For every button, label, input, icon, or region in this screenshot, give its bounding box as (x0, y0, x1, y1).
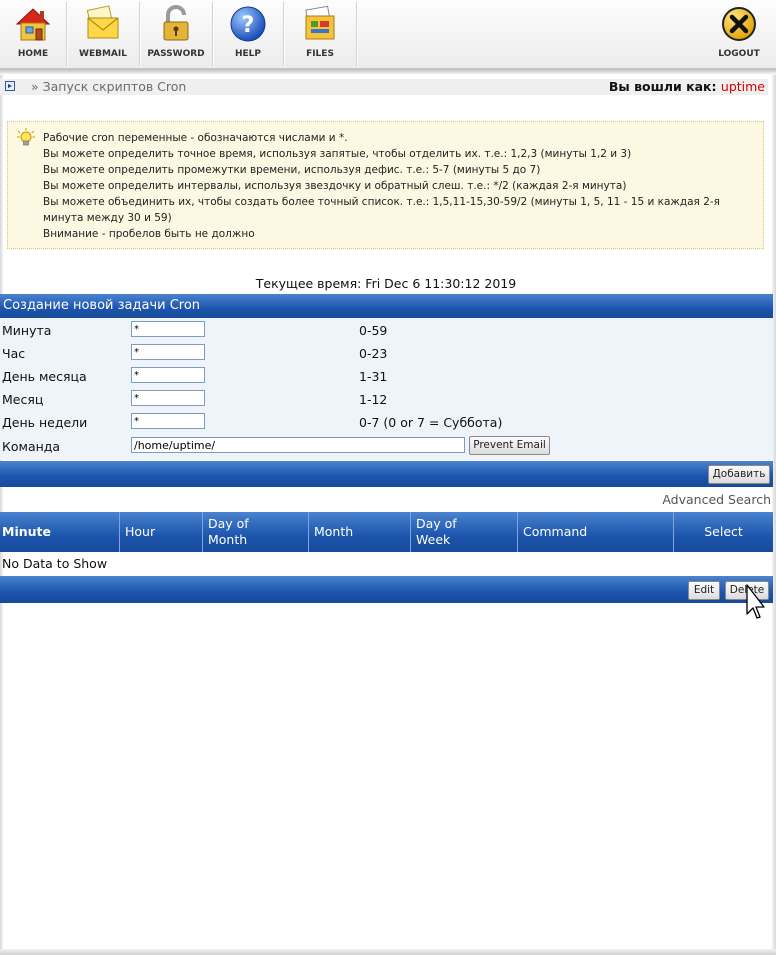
toolbar-shadow (0, 69, 776, 75)
webmail-button[interactable]: WEBMAIL (67, 0, 139, 68)
day-of-month-label: День месяца (2, 369, 87, 384)
day-of-week-row: День недели 0-7 (0 or 7 = Суббота) (0, 411, 773, 434)
expand-icon[interactable] (5, 81, 15, 91)
hour-range: 0-23 (359, 346, 388, 361)
files-icon (300, 4, 340, 44)
hour-label: Час (2, 346, 26, 361)
day-of-week-range: 0-7 (0 or 7 = Суббота) (359, 415, 503, 430)
minute-row: Минута 0-59 (0, 319, 773, 342)
table-footer-bar: Edit Delete (0, 576, 773, 603)
toolbar-separator (356, 2, 357, 66)
day-of-week-label: День недели (2, 415, 88, 430)
home-button[interactable]: HOME (0, 0, 66, 68)
edit-button[interactable]: Edit (688, 581, 720, 600)
day-of-month-input[interactable] (131, 367, 205, 383)
prevent-email-button[interactable]: Prevent Email (469, 436, 550, 455)
help-button[interactable]: ? HELP (213, 0, 283, 68)
info-line: Вы можете определить точное время, испол… (43, 148, 632, 160)
info-text: Рабочие cron переменные - обозначаются ч… (43, 130, 758, 242)
lightbulb-icon (17, 128, 35, 148)
help-label: HELP (234, 49, 261, 59)
logged-in-as: Вы вошли как: uptime (609, 79, 765, 95)
info-line: Рабочие cron переменные - обозначаются ч… (43, 132, 348, 144)
logged-in-label: Вы вошли как: (608, 79, 717, 94)
cron-form: Минута 0-59 Час 0-23 День месяца 1-31 Ме… (0, 318, 773, 460)
lock-icon (156, 4, 196, 44)
current-time: Текущее время: Fri Dec 6 11:30:12 2019 (255, 276, 517, 291)
column-day-of-week[interactable]: Day of Week (411, 512, 518, 552)
info-line: Вы можете определить промежутки времени,… (43, 164, 541, 176)
info-line: Внимание - пробелов быть не должно (43, 228, 255, 240)
svg-text:?: ? (242, 13, 255, 38)
minute-input[interactable] (131, 321, 205, 337)
day-of-month-range: 1-31 (359, 369, 388, 384)
files-button[interactable]: FILES (284, 0, 356, 68)
password-button[interactable]: PASSWORD (140, 0, 212, 68)
logout-button[interactable]: LOGOUT (704, 0, 774, 68)
home-icon (13, 4, 53, 44)
command-label: Команда (2, 439, 61, 454)
day-of-week-input[interactable] (131, 413, 205, 429)
column-day-of-month-label: Day of Month (208, 516, 249, 547)
month-input[interactable] (131, 390, 205, 406)
column-select[interactable]: Select (674, 512, 773, 552)
create-cron-header: Создание новой задачи Cron (0, 294, 773, 318)
home-label: HOME (17, 49, 49, 59)
advanced-search-link[interactable]: Advanced Search (662, 492, 771, 507)
month-range: 1-12 (359, 392, 388, 407)
username: uptime (720, 79, 765, 94)
column-month[interactable]: Month (309, 512, 411, 552)
table-header: Minute Hour Day of Month Month Day of We… (0, 512, 773, 552)
column-minute[interactable]: Minute (0, 512, 120, 552)
window-frame-bottom (0, 949, 776, 955)
envelope-icon (83, 4, 123, 44)
info-line: Вы можете объединить их, чтобы создать б… (43, 196, 720, 224)
day-of-month-row: День месяца 1-31 (0, 365, 773, 388)
info-box: Рабочие cron переменные - обозначаются ч… (7, 121, 764, 249)
month-label: Месяц (2, 392, 44, 407)
minute-label: Минута (2, 323, 52, 338)
command-input[interactable] (131, 437, 465, 453)
files-label: FILES (306, 49, 334, 59)
empty-table-message: No Data to Show (2, 556, 108, 571)
column-hour[interactable]: Hour (120, 512, 203, 552)
column-day-of-month[interactable]: Day of Month (203, 512, 309, 552)
close-icon (719, 4, 759, 44)
password-label: PASSWORD (147, 49, 205, 59)
command-row: Команда Prevent Email (0, 435, 773, 458)
month-row: Месяц 1-12 (0, 388, 773, 411)
hour-row: Час 0-23 (0, 342, 773, 365)
add-button[interactable]: Добавить (708, 465, 770, 484)
hour-input[interactable] (131, 344, 205, 360)
top-toolbar: HOME WEBMAIL PASSWORD ? HELP FILES LOGOU… (0, 0, 776, 69)
column-day-of-week-label: Day of Week (416, 516, 457, 547)
webmail-label: WEBMAIL (79, 49, 127, 59)
minute-range: 0-59 (359, 323, 388, 338)
breadcrumb-label: » Запуск скриптов Cron (31, 79, 187, 94)
mouse-pointer-icon (746, 584, 766, 628)
logout-label: LOGOUT (718, 49, 760, 59)
info-line: Вы можете определить интервалы, использу… (43, 180, 627, 192)
column-command[interactable]: Command (518, 512, 674, 552)
add-bar: Добавить (0, 461, 773, 487)
help-icon: ? (228, 4, 268, 44)
